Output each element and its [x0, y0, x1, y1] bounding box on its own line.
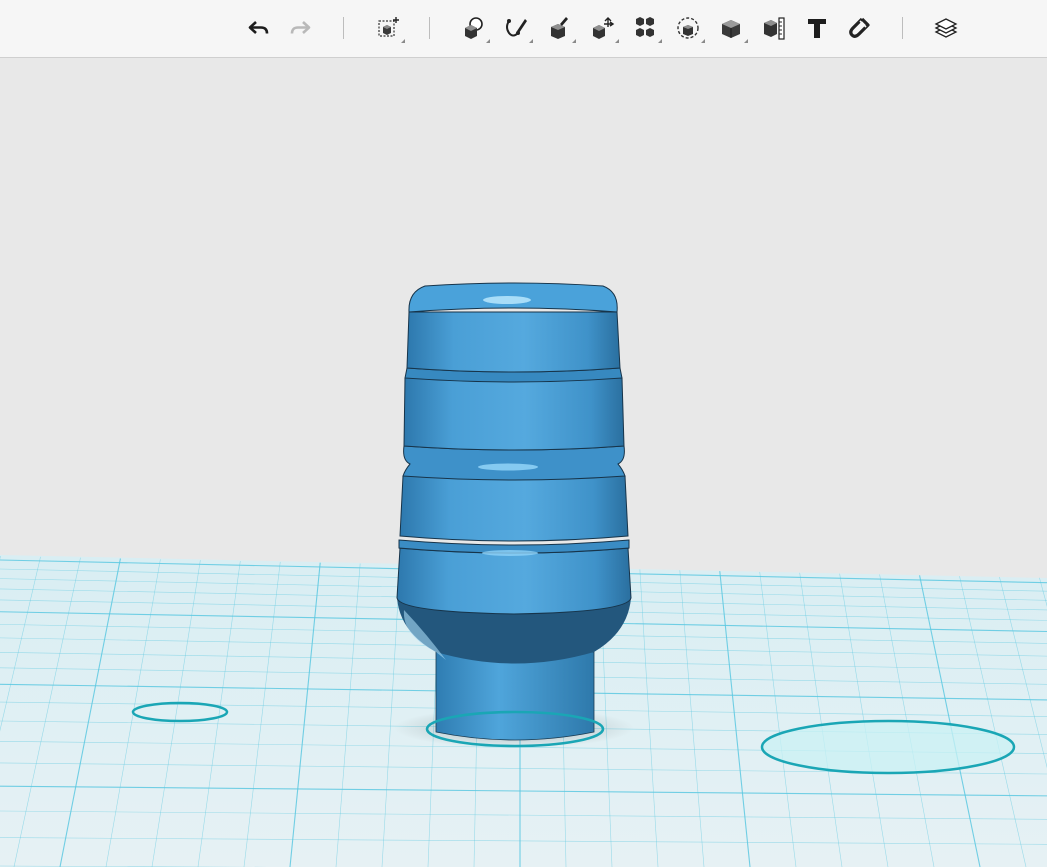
combine-button[interactable]	[713, 9, 749, 47]
undo-arrow-icon	[248, 21, 269, 34]
combine-icon	[722, 20, 740, 38]
sketch-button[interactable]	[498, 9, 534, 47]
measure-icon	[764, 17, 785, 40]
modify-button[interactable]	[584, 9, 620, 47]
text-button[interactable]	[799, 9, 835, 47]
group-button[interactable]	[670, 9, 706, 47]
pattern-icon	[636, 17, 654, 37]
construct-icon	[551, 17, 568, 39]
magnet-icon	[849, 17, 870, 38]
toolbar-separator	[902, 17, 903, 39]
measure-button[interactable]	[756, 9, 792, 47]
primitives-button[interactable]	[455, 9, 491, 47]
material-button[interactable]	[928, 9, 964, 47]
toolbar-separator	[429, 17, 430, 39]
3d-viewport[interactable]	[0, 59, 1047, 867]
snap-button[interactable]	[842, 9, 878, 47]
transform-box-icon	[378, 17, 399, 37]
text-icon	[808, 19, 826, 38]
toolbar-separator	[343, 17, 344, 39]
modify-icon	[593, 17, 615, 39]
transform-button[interactable]	[370, 9, 406, 47]
main-toolbar	[0, 0, 1047, 58]
construct-button[interactable]	[541, 9, 577, 47]
primitives-icon	[465, 17, 483, 39]
redo-arrow-icon	[290, 21, 311, 34]
pattern-button[interactable]	[627, 9, 663, 47]
group-icon	[677, 17, 699, 39]
redo-button[interactable]	[282, 9, 318, 47]
sketch-icon	[506, 19, 527, 37]
undo-button[interactable]	[241, 9, 277, 47]
ground-marker-large[interactable]	[760, 719, 1016, 775]
material-layers-icon	[934, 18, 958, 38]
